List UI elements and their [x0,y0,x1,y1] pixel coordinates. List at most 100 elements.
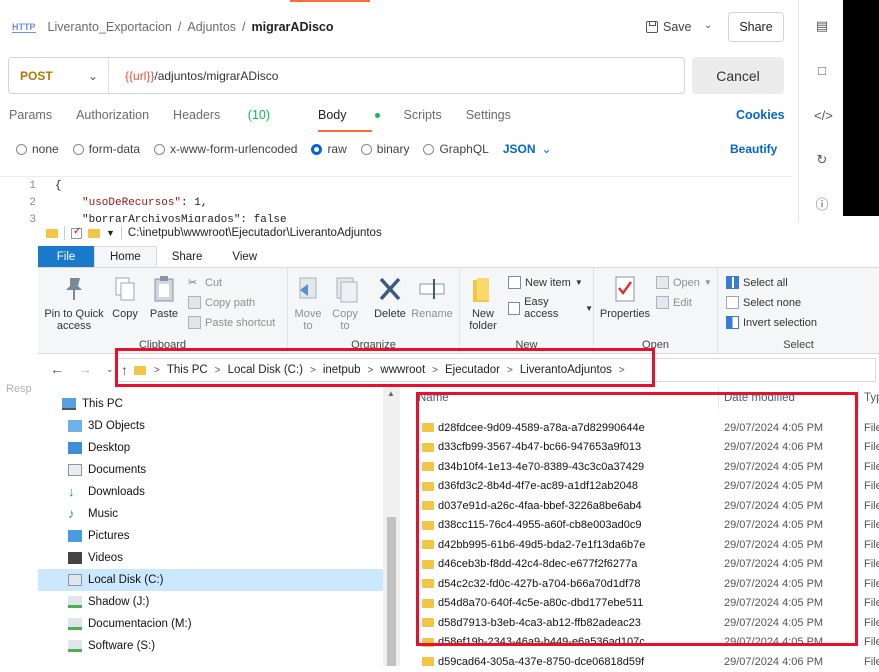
column-divider[interactable] [858,387,859,409]
properties-button[interactable]: Properties [598,274,652,320]
tab-authorization[interactable]: Authorization [76,108,149,122]
group-select: Select all Select none Invert selection … [718,268,879,354]
invert-selection-button[interactable]: Invert selection [726,316,817,329]
select-all-button[interactable]: Select all [726,276,788,289]
pin-quick-access-button[interactable]: Pin to Quick access [44,274,104,332]
info-icon[interactable]: ⓘ [814,197,830,213]
radio-binary[interactable]: binary [360,142,410,156]
body-format-select[interactable]: JSON ⌄ [503,142,552,156]
pc-icon [62,398,76,410]
tab-headers[interactable]: Headers (10) [173,108,294,122]
nav-item-software[interactable]: Software (S:) [38,635,383,657]
share-button[interactable]: Share [728,12,784,42]
divider [120,226,122,240]
body-dot-icon [374,113,380,119]
scroll-up-arrow-icon[interactable]: ▲ [387,389,395,398]
radio-none[interactable]: none [16,142,59,156]
sync-icon[interactable]: ↻ [814,152,830,168]
nav-item-documents[interactable]: Documents [38,459,383,481]
scrollbar-thumb[interactable] [387,517,396,666]
easy-access-button[interactable]: Easy access ▼ [508,296,593,320]
copy-path-button[interactable]: Copy path [188,296,255,309]
nav-item-pictures[interactable]: Pictures [38,525,383,547]
open-button[interactable]: Open ▼ [656,276,712,289]
copy-to-button[interactable]: Copy to [328,274,362,332]
delete-button[interactable]: Delete [372,274,408,320]
nav-item-documentacion[interactable]: Documentacion (M:) [38,613,383,635]
radio-graphql[interactable]: GraphQL [423,142,489,156]
new-folder-icon[interactable] [88,228,100,238]
radio-selected-icon [311,143,323,155]
tab-view[interactable]: View [217,246,272,267]
tab-params[interactable]: Params [9,108,52,122]
new-item-button[interactable]: New item ▼ [508,276,583,289]
ribbon: Pin to Quick access Copy Paste ✂ Cut Copy… [38,268,879,354]
videos-icon [68,552,82,564]
file-row[interactable]: d59cad64-305a-437e-8750-dce06818d59f 29/0… [400,652,879,672]
radio-label: binary [376,142,410,156]
chevron-down-icon: ⌄ [87,68,98,83]
recent-dropdown-icon[interactable]: ⌄ [106,364,114,375]
qat-dropdown-icon[interactable]: ▼ [106,228,115,238]
nav-item-shadow[interactable]: Shadow (J:) [38,591,383,613]
nav-item-3d-objects[interactable]: 3D Objects [38,415,383,437]
nav-item-music[interactable]: ♪ Music [38,503,383,525]
network-drive-icon [68,596,82,608]
radio-label: form-data [88,142,141,156]
move-to-button[interactable]: Move to [291,274,325,332]
line-number: 3 [29,214,36,226]
file-type: File [864,636,879,649]
tab-home[interactable]: Home [94,246,157,267]
tab-share[interactable]: Share [157,246,218,267]
properties-icon[interactable] [71,226,82,239]
copy-button[interactable]: Copy [108,274,142,320]
cookies-link[interactable]: Cookies [736,108,785,122]
radio-raw[interactable]: raw [311,142,347,156]
paste-button[interactable]: Paste [146,274,182,320]
cancel-button[interactable]: Cancel [692,57,784,94]
document-icon[interactable]: ▤ [814,18,830,34]
breadcrumb-collection[interactable]: Liveranto_Exportacion [48,20,172,34]
radio-form-data[interactable]: form-data [72,142,141,156]
cut-button[interactable]: ✂ Cut [188,276,222,290]
radio-icon [16,143,27,155]
beautify-link[interactable]: Beautify [730,142,777,156]
cut-icon: ✂ [188,277,198,289]
comment-icon[interactable]: □ [814,63,830,79]
url-input[interactable]: {{url}}/adjuntos/migrarADisco [109,69,278,83]
nav-scrollbar[interactable]: ▲ [383,387,400,666]
forward-arrow-icon[interactable]: → [78,361,92,377]
tab-body[interactable]: Body [318,108,380,132]
back-arrow-icon[interactable]: ← [50,361,64,377]
group-clipboard: Pin to Quick access Copy Paste ✂ Cut Copy… [38,268,288,354]
radio-icon [72,143,84,155]
select-none-icon [726,296,739,309]
tab-settings[interactable]: Settings [466,108,511,122]
edit-button[interactable]: Edit [656,296,692,309]
radio-label: none [32,142,59,156]
nav-item-this-pc[interactable]: This PC [38,393,383,415]
tab-scripts[interactable]: Scripts [404,108,442,122]
breadcrumb-folder[interactable]: Adjuntos [187,20,236,34]
nav-item-desktop[interactable]: Desktop [38,437,383,459]
music-icon: ♪ [68,506,75,521]
radio-urlencoded[interactable]: x-www-form-urlencoded [154,142,297,156]
invert-selection-icon [726,316,739,329]
rename-button[interactable]: Rename [410,274,454,320]
nav-item-videos[interactable]: Videos [38,547,383,569]
paste-shortcut-button[interactable]: Paste shortcut [188,316,275,329]
request-name[interactable]: migrarADisco [252,20,334,34]
nav-item-local-disk[interactable]: Local Disk (C:) [38,569,383,591]
body-type-options: none form-data x-www-form-urlencoded raw… [16,142,552,156]
code-icon[interactable]: </> [814,108,833,124]
save-button[interactable]: Save [646,15,692,39]
desktop-icon [68,442,82,454]
chevron-down-icon[interactable]: ⌄ [704,20,712,31]
new-folder-button[interactable]: New folder [464,274,502,332]
tab-file[interactable]: File [38,246,94,267]
column-header-type[interactable]: Typ [864,392,879,404]
nav-item-downloads[interactable]: ↓ Downloads [38,481,383,503]
select-none-button[interactable]: Select none [726,296,801,309]
method-select[interactable]: POST ⌄ [9,58,109,93]
dropdown-icon: ▼ [574,278,583,287]
